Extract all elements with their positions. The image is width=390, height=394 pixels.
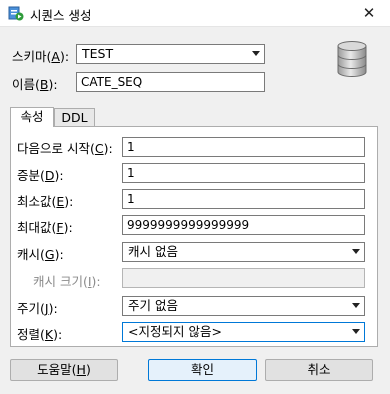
cycle-select[interactable]: 주기 없음 [122, 296, 365, 316]
name-label: 이름(B): [12, 77, 58, 92]
start-with-input[interactable]: 1 [122, 137, 365, 157]
close-button[interactable]: ✕ [352, 0, 386, 26]
increment-input[interactable]: 1 [122, 163, 365, 183]
ok-button[interactable]: 확인 [148, 359, 257, 381]
sequence-app-icon [8, 6, 24, 21]
order-select-value: <지정되지 않음> [128, 324, 222, 339]
name-input[interactable]: CATE_SEQ [76, 72, 265, 92]
cache-size-label: 캐시 크기(I): [33, 274, 101, 289]
cache-select[interactable]: 캐시 없음 [122, 242, 365, 262]
tab-ddl[interactable]: DDL [54, 108, 95, 127]
order-label: 정렬(K): [17, 327, 63, 342]
cycle-select-value: 주기 없음 [128, 298, 178, 313]
cache-size-input [122, 268, 365, 288]
schema-label: 스키마(A): [12, 49, 70, 64]
chevron-down-icon [352, 329, 360, 334]
help-button[interactable]: 도움말(H) [10, 359, 118, 381]
cache-select-value: 캐시 없음 [128, 244, 178, 259]
cancel-button[interactable]: 취소 [265, 359, 373, 381]
schema-select-value: TEST [82, 46, 114, 61]
title-bar: 시퀀스 생성 ✕ [0, 0, 390, 27]
database-icon [337, 41, 367, 77]
cycle-label: 주기(J): [17, 301, 58, 316]
tab-properties[interactable]: 속성 [10, 107, 54, 127]
chevron-down-icon [352, 249, 360, 254]
cache-label: 캐시(G): [17, 247, 64, 262]
max-value-input[interactable]: 9999999999999999 [122, 215, 365, 235]
min-value-label: 최소값(E): [17, 194, 74, 209]
increment-label: 증분(D): [17, 168, 64, 183]
start-with-label: 다음으로 시작(C): [17, 141, 113, 156]
chevron-down-icon [352, 303, 360, 308]
min-value-input[interactable]: 1 [122, 189, 365, 209]
max-value-label: 최대값(F): [17, 220, 73, 235]
order-select[interactable]: <지정되지 않음> [122, 322, 365, 342]
schema-select[interactable]: TEST [76, 44, 265, 64]
chevron-down-icon [252, 51, 260, 56]
window-title: 시퀀스 생성 [30, 8, 92, 23]
